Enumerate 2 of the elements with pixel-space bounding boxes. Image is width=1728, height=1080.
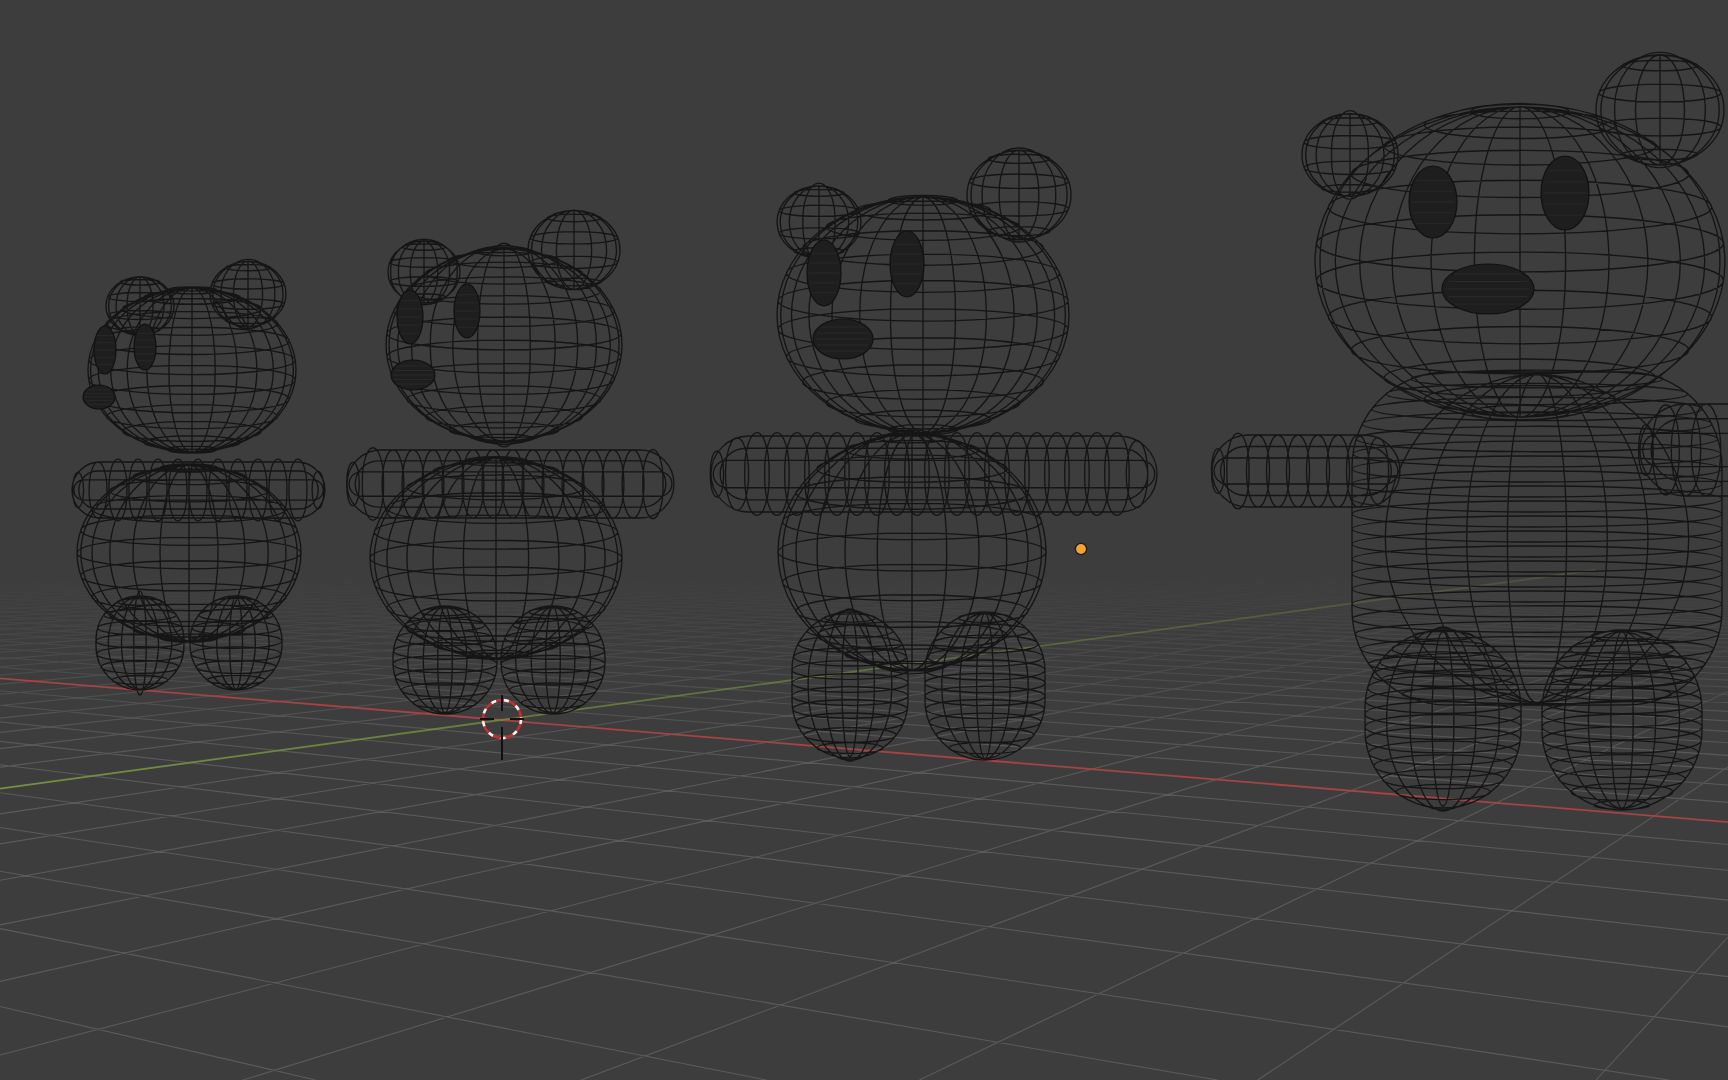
point-marker-icon: [1074, 542, 1088, 556]
3d-cursor-icon: [479, 694, 525, 761]
